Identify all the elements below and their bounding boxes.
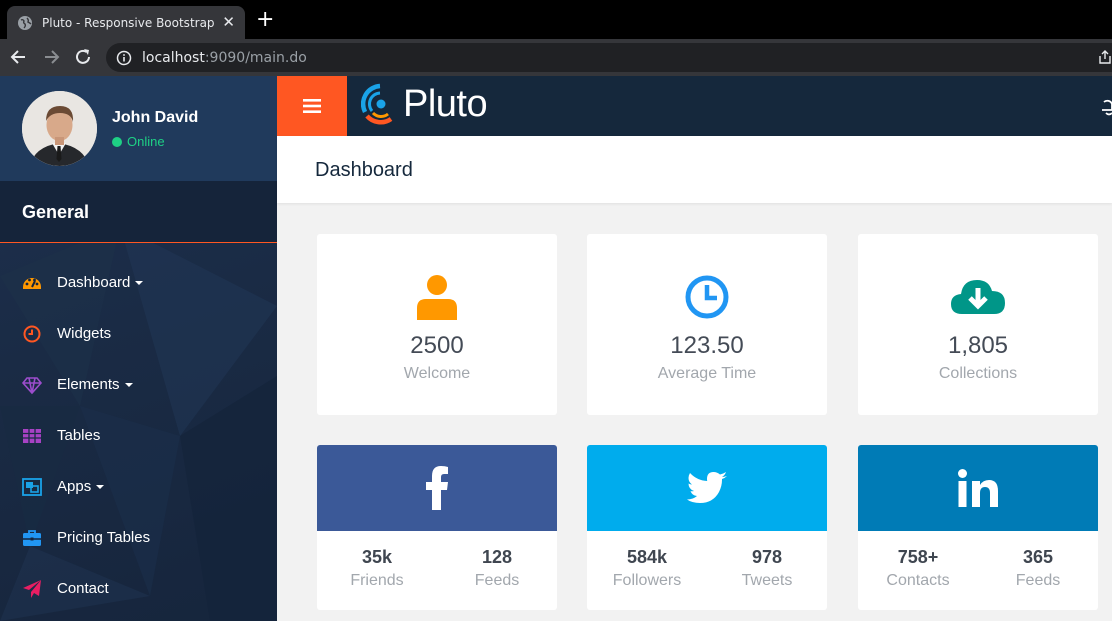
facebook-icon xyxy=(426,466,448,510)
new-tab-button[interactable]: + xyxy=(256,9,274,31)
url-text: localhost:9090/main.do xyxy=(142,50,307,66)
user-icon xyxy=(417,275,457,320)
sidebar-item-tables[interactable]: Tables xyxy=(0,410,277,461)
back-arrow-icon[interactable] xyxy=(9,47,29,67)
stat-value: 584k xyxy=(626,547,668,567)
social-stat: 758+ Contacts xyxy=(858,547,978,590)
user-avatar-image xyxy=(22,91,97,166)
counter-label: Average Time xyxy=(657,365,757,382)
table-icon xyxy=(23,428,41,443)
social-card-linkedin: 758+ Contacts 365 Feeds xyxy=(858,445,1098,610)
chevron-down-icon xyxy=(124,382,133,387)
sidebar-section-header: General xyxy=(0,181,277,243)
info-icon[interactable] xyxy=(116,50,132,66)
stat-label: Contacts xyxy=(886,572,950,589)
paper-plane-icon xyxy=(23,579,41,598)
stat-value: 35k xyxy=(361,547,393,567)
sidebar-item-label: Dashboard xyxy=(57,274,131,291)
sidebar-section-title: General xyxy=(22,202,90,222)
counter-value: 2500 xyxy=(410,332,464,359)
share-icon[interactable] xyxy=(1098,49,1112,65)
url-host: localhost xyxy=(142,49,205,66)
sidebar: John David Online General Dashboard Widg… xyxy=(0,76,277,621)
social-stat: 978 Tweets xyxy=(707,547,827,590)
twitter-icon xyxy=(687,472,727,503)
stat-value: 365 xyxy=(1022,547,1054,567)
sidebar-item-label: Elements xyxy=(57,376,120,393)
stat-value: 128 xyxy=(481,547,513,567)
globe-icon xyxy=(18,15,32,30)
linkedin-icon xyxy=(958,469,998,507)
sidebar-item-contact[interactable]: Contact xyxy=(0,563,277,614)
sidebar-item-label: Pricing Tables xyxy=(57,529,151,546)
counter-card-average-time: 123.50 Average Time xyxy=(587,234,827,415)
stat-label: Friends xyxy=(350,572,404,589)
sidebar-item-label: Apps xyxy=(57,478,92,495)
counter-card-collections: 1,805 Collections xyxy=(858,234,1098,415)
sidebar-item-pricing-tables[interactable]: Pricing Tables xyxy=(0,512,277,563)
user-status: Online xyxy=(112,134,165,149)
counter-value: 1,805 xyxy=(947,332,1009,359)
social-card-header[interactable] xyxy=(587,445,827,531)
sidebar-item-apps[interactable]: Apps xyxy=(0,461,277,512)
social-stat: 365 Feeds xyxy=(978,547,1098,590)
social-card-header[interactable] xyxy=(317,445,557,531)
chevron-down-icon xyxy=(135,280,144,285)
logo-text: Pluto xyxy=(403,82,488,125)
stat-value: 758+ xyxy=(897,547,939,567)
social-stat: 35k Friends xyxy=(317,547,437,590)
tab-title: Pluto - Responsive Bootstrap Ad xyxy=(42,15,217,30)
sidebar-item-dashboard[interactable]: Dashboard xyxy=(0,257,277,308)
stat-label: Tweets xyxy=(741,572,793,589)
sidebar-menu: Dashboard Widgets Elements Tables Apps P… xyxy=(0,257,277,614)
page-header: Dashboard xyxy=(277,136,1112,203)
online-status-dot xyxy=(112,136,122,147)
social-card-header[interactable] xyxy=(858,445,1098,531)
browser-tab-bar: Pluto - Responsive Bootstrap Ad ✕ + xyxy=(0,0,1112,39)
sidebar-toggle-button[interactable] xyxy=(277,76,347,136)
user-name: John David xyxy=(112,109,199,126)
sidebar-item-label: Contact xyxy=(57,580,109,597)
url-field[interactable]: localhost:9090/main.do xyxy=(106,43,1112,72)
clock-icon xyxy=(23,325,41,342)
counter-label: Collections xyxy=(938,365,1018,382)
chevron-down-icon xyxy=(96,484,105,489)
social-stat: 128 Feeds xyxy=(437,547,557,590)
stat-value: 978 xyxy=(751,547,783,567)
briefcase-icon xyxy=(23,529,41,546)
user-status-text: Online xyxy=(127,134,165,149)
stat-label: Feeds xyxy=(474,572,520,589)
avatar[interactable] xyxy=(22,91,97,166)
social-stat: 584k Followers xyxy=(587,547,707,590)
object-group-icon xyxy=(22,477,42,496)
hamburger-icon xyxy=(303,99,321,113)
top-header: Pluto xyxy=(277,76,1112,136)
dashboard-icon xyxy=(23,277,41,289)
stat-label: Followers xyxy=(612,572,682,589)
browser-tab[interactable]: Pluto - Responsive Bootstrap Ad ✕ xyxy=(7,6,245,39)
social-card-facebook: 35k Friends 128 Feeds xyxy=(317,445,557,610)
pluto-logo-icon xyxy=(361,83,393,125)
stat-label: Feeds xyxy=(1015,572,1061,589)
sidebar-item-label: Tables xyxy=(57,427,101,444)
social-card-twitter: 584k Followers 978 Tweets xyxy=(587,445,827,610)
counter-value: 123.50 xyxy=(670,332,744,359)
user-panel: John David Online xyxy=(0,76,277,181)
tab-close-icon[interactable]: ✕ xyxy=(222,15,235,30)
page-title: Dashboard xyxy=(315,159,413,181)
counter-card-welcome: 2500 Welcome xyxy=(317,234,557,415)
diamond-icon xyxy=(21,376,43,394)
sidebar-item-elements[interactable]: Elements xyxy=(0,359,277,410)
url-path: :9090/main.do xyxy=(204,49,307,66)
cloud-download-icon xyxy=(951,280,1005,314)
brand-logo[interactable]: Pluto xyxy=(361,82,488,126)
bell-icon[interactable] xyxy=(1102,96,1112,116)
clock-icon xyxy=(685,275,729,319)
forward-arrow-icon[interactable] xyxy=(41,47,61,67)
sidebar-item-label: Widgets xyxy=(57,325,112,342)
address-bar: localhost:9090/main.do xyxy=(0,39,1112,76)
sidebar-item-widgets[interactable]: Widgets xyxy=(0,308,277,359)
reload-icon[interactable] xyxy=(73,47,93,67)
counter-label: Welcome xyxy=(403,365,471,382)
